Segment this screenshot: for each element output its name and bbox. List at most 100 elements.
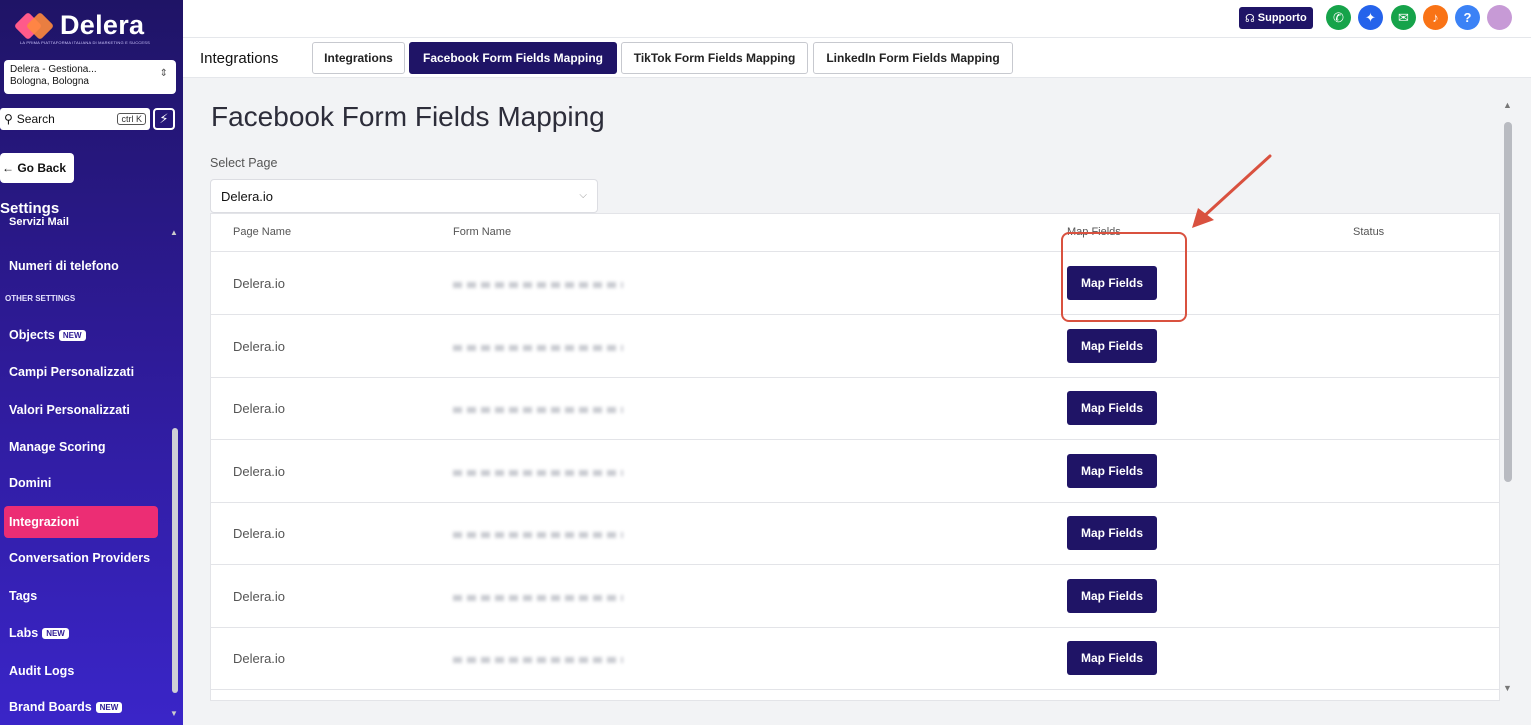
sidebar-item-objects[interactable]: Objects NEW: [4, 319, 158, 351]
main-scrollbar[interactable]: ▲ ▼: [1502, 100, 1514, 700]
sidebar-item-labs[interactable]: Labs NEW: [4, 617, 158, 649]
sidebar-item-label: Objects: [9, 328, 55, 342]
sidebar-item-domini[interactable]: Domini: [4, 467, 158, 499]
sub-navigation: Integrations Integrations Facebook Form …: [183, 38, 1531, 78]
table-row: Delera.io Map Fields: [211, 315, 1499, 378]
select-page-dropdown[interactable]: Delera.io ⌵: [210, 179, 598, 213]
cell-page-name: Delera.io: [233, 464, 286, 479]
sidebar-scroll-thumb[interactable]: [172, 428, 178, 693]
chevron-updown-icon: ⇕: [159, 68, 168, 79]
sidebar-item-label: Conversation Providers: [9, 551, 151, 565]
sidebar-item-label: Tags: [9, 589, 38, 603]
tab-tiktok-form-fields-mapping[interactable]: TikTok Form Fields Mapping: [621, 42, 808, 74]
scroll-down-icon[interactable]: ▼: [1503, 683, 1512, 693]
sidebar-item-conversation-providers[interactable]: Conversation Providers: [4, 542, 158, 574]
sidebar-item-label: Manage Scoring: [9, 440, 106, 454]
sidebar-item-manage-scoring[interactable]: Manage Scoring: [4, 431, 158, 463]
section-other-settings: OTHER SETTINGS: [5, 294, 76, 303]
lightning-icon[interactable]: ⚡: [153, 108, 175, 130]
cell-page-name: Delera.io: [233, 589, 286, 604]
cell-page-name: Delera.io: [233, 276, 286, 291]
cell-form-name: [453, 407, 623, 413]
page-title: Facebook Form Fields Mapping: [211, 101, 605, 132]
cell-page-name: Delera.io: [233, 339, 286, 354]
cell-page-name: Delera.io: [233, 526, 286, 541]
sidebar-item-campi-personalizzati[interactable]: Campi Personalizzati: [4, 356, 158, 388]
map-fields-button[interactable]: Map Fields: [1067, 329, 1157, 363]
search-shortcut: ctrl K: [117, 113, 146, 125]
table-row: Delera.io Map Fields: [211, 377, 1499, 440]
chevron-down-icon: ⌵: [579, 190, 587, 201]
cell-form-name: [453, 657, 623, 663]
forms-table: Page Name Form Name Map Fields Status De…: [210, 213, 1500, 701]
tab-facebook-form-fields-mapping[interactable]: Facebook Form Fields Mapping: [409, 42, 617, 74]
account-name: Delera - Gestiona...: [10, 64, 97, 75]
sidebar: Delera LA PRIMA PIATTAFORMA ITALIANA DI …: [0, 0, 183, 725]
megaphone-icon[interactable]: ✉: [1391, 5, 1416, 30]
map-fields-button[interactable]: Map Fields: [1067, 454, 1157, 488]
top-bar: ☊ Supporto ✆ ✦ ✉ ♪ ?: [183, 0, 1531, 38]
map-fields-button[interactable]: Map Fields: [1067, 579, 1157, 613]
annotation-arrow-icon: [1192, 154, 1272, 228]
logo: Delera: [13, 10, 145, 41]
go-back-button[interactable]: ← Go Back: [0, 153, 74, 183]
sidebar-item-audit-logs[interactable]: Audit Logs: [4, 655, 158, 687]
sidebar-item-label: Audit Logs: [9, 664, 75, 678]
sparkle-icon[interactable]: ✦: [1358, 5, 1383, 30]
sidebar-item-integrazioni[interactable]: Integrazioni: [4, 506, 158, 538]
logo-tagline: LA PRIMA PIATTAFORMA ITALIANA DI MARKETI…: [20, 40, 150, 45]
main-content: Facebook Form Fields Mapping Select Page…: [183, 79, 1531, 725]
sidebar-scrollbar[interactable]: ▲ ▼: [169, 228, 181, 718]
logo-mark-icon: [13, 11, 55, 40]
tab-integrations[interactable]: Integrations: [312, 42, 405, 74]
table-header: Page Name Form Name Map Fields Status: [211, 214, 1499, 252]
new-badge: NEW: [42, 627, 69, 639]
help-icon[interactable]: ?: [1455, 5, 1480, 30]
column-header-page-name: Page Name: [233, 226, 292, 238]
select-page-value: Delera.io: [221, 189, 274, 204]
cell-form-name: [453, 282, 623, 288]
table-row: Delera.io Map Fields: [211, 440, 1499, 503]
headset-icon: ☊: [1245, 12, 1255, 25]
cell-page-name: Delera.io: [233, 651, 286, 666]
map-fields-button[interactable]: Map Fields: [1067, 391, 1157, 425]
bell-icon[interactable]: ♪: [1423, 5, 1448, 30]
scroll-up-icon[interactable]: ▲: [170, 228, 178, 237]
column-header-status: Status: [1353, 226, 1385, 238]
cell-form-name: [453, 470, 623, 476]
map-fields-button[interactable]: Map Fields: [1067, 641, 1157, 675]
main-scroll-thumb[interactable]: [1504, 122, 1512, 482]
avatar[interactable]: [1487, 5, 1512, 30]
new-badge: NEW: [95, 701, 123, 713]
search-icon: ⚲: [4, 112, 13, 126]
table-row: Delera.io Map Fields: [211, 252, 1499, 315]
cell-form-name: [453, 532, 623, 538]
column-header-form-name: Form Name: [453, 226, 512, 238]
table-row: Delera.io Map Fields: [211, 502, 1499, 565]
phone-icon[interactable]: ✆: [1326, 5, 1351, 30]
cell-page-name: Delera.io: [233, 401, 286, 416]
sidebar-item-numeri-di-telefono[interactable]: Numeri di telefono: [4, 250, 158, 282]
support-label: Supporto: [1257, 12, 1307, 24]
sidebar-item-label: Numeri di telefono: [9, 259, 119, 273]
sidebar-item-valori-personalizzati[interactable]: Valori Personalizzati: [4, 394, 158, 426]
sidebar-item-label: Campi Personalizzati: [9, 365, 135, 379]
cell-form-name: [453, 345, 623, 351]
sidebar-item-label: Valori Personalizzati: [9, 403, 130, 417]
scroll-down-icon[interactable]: ▼: [170, 709, 178, 718]
support-button[interactable]: ☊ Supporto: [1239, 7, 1313, 29]
account-location: Bologna, Bologna: [10, 76, 89, 87]
sidebar-item-servizi-mail[interactable]: Servizi Mail: [4, 214, 158, 230]
search-input[interactable]: ⚲ Search ctrl K: [0, 108, 150, 130]
account-switcher[interactable]: Delera - Gestiona... Bologna, Bologna ⇕: [4, 60, 176, 94]
sidebar-item-brand-boards[interactable]: Brand Boards NEW: [4, 691, 158, 723]
scroll-up-icon[interactable]: ▲: [1503, 100, 1512, 110]
logo-text: Delera: [60, 10, 145, 40]
select-page-label: Select Page: [210, 156, 278, 170]
tab-linkedin-form-fields-mapping[interactable]: LinkedIn Form Fields Mapping: [813, 42, 1013, 74]
sidebar-item-tags[interactable]: Tags: [4, 580, 158, 612]
map-fields-button[interactable]: Map Fields: [1067, 516, 1157, 550]
sidebar-item-label: Integrazioni: [9, 515, 80, 529]
search-placeholder: Search: [16, 112, 55, 126]
annotation-highlight-box: [1061, 232, 1187, 322]
